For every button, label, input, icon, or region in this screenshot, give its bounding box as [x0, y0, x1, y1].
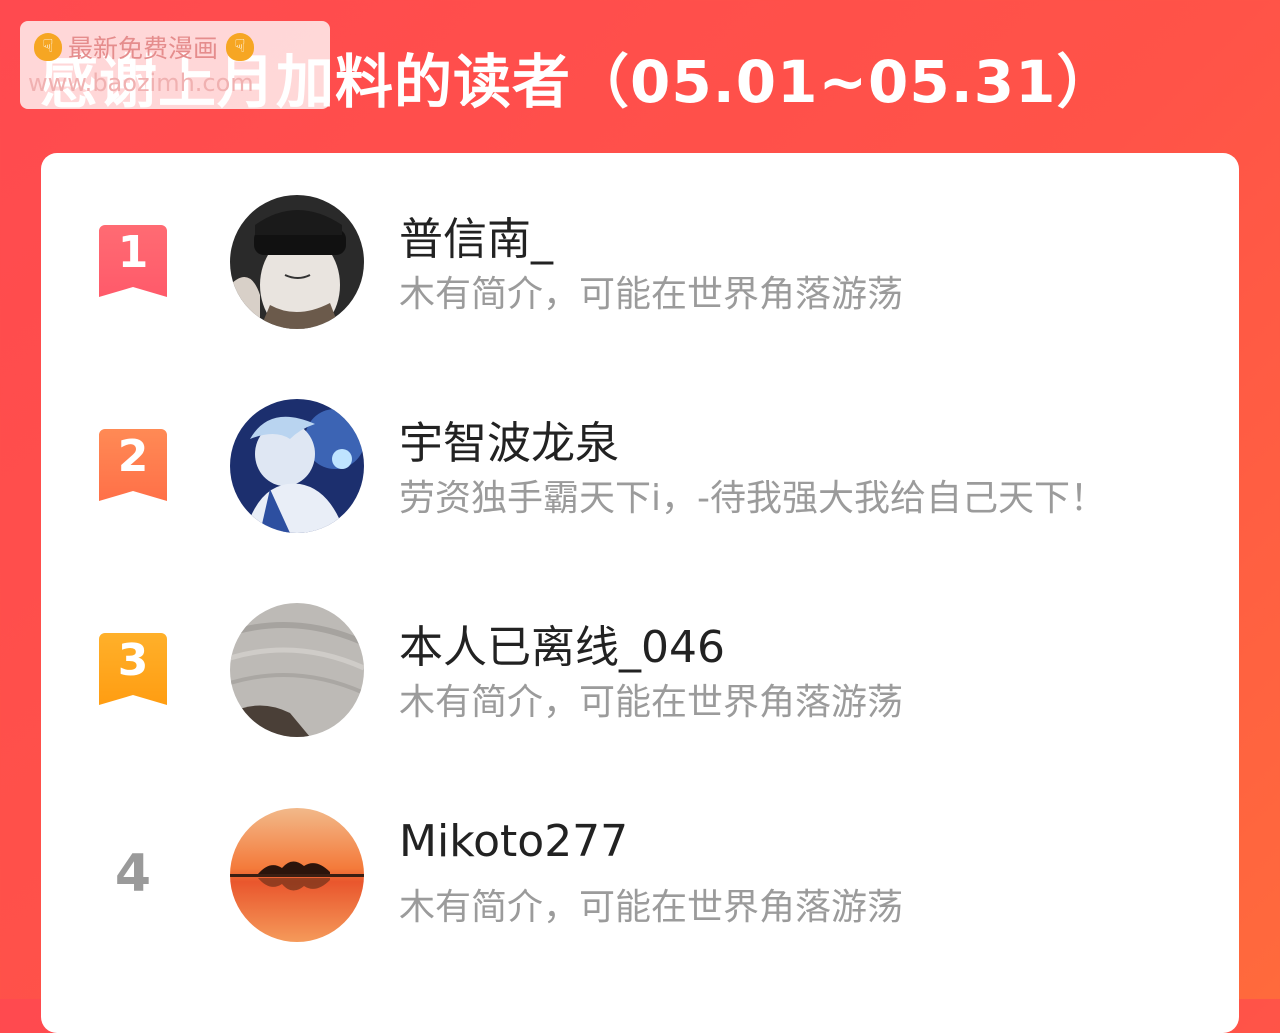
reader-bio: 木有简介，可能在世界角落游荡 [399, 887, 904, 928]
reader-name: Mikoto277 [399, 816, 629, 867]
rank-badge: 3 [99, 633, 167, 705]
avatar[interactable] [230, 603, 364, 737]
reader-list-card: 1 普信南_ 木有简介，可能在世界角落游荡 2 宇智波龙泉 劳资独手霸天下i，-… [41, 153, 1239, 1033]
pointing-hand-icon: ☟ [226, 33, 255, 61]
watermark-line1: ☟ 最新免费漫画 ☟ [34, 29, 255, 65]
list-item[interactable]: 2 宇智波龙泉 劳资独手霸天下i，-待我强大我给自己天下！ [41, 399, 1239, 539]
avatar[interactable] [230, 399, 364, 533]
reader-name: 宇智波龙泉 [399, 418, 619, 469]
avatar[interactable] [230, 808, 364, 942]
rank-number: 2 [117, 431, 149, 482]
watermark-text: 最新免费漫画 [68, 34, 219, 63]
reader-bio: 木有简介，可能在世界角落游荡 [399, 682, 904, 723]
rank-badge: 1 [99, 225, 167, 297]
reader-bio: 劳资独手霸天下i，-待我强大我给自己天下！ [399, 478, 1106, 519]
pointing-hand-icon: ☟ [34, 33, 62, 61]
rank-number: 4 [114, 844, 152, 904]
reader-name: 本人已离线_046 [399, 622, 725, 673]
rank-badge: 2 [99, 429, 167, 501]
avatar[interactable] [230, 195, 364, 329]
watermark: ☟ 最新免费漫画 ☟ www.baozimh.com [20, 21, 330, 109]
rank-number: 1 [117, 227, 149, 278]
list-item[interactable]: 4 Mikoto277 木有简介，可能在世界角落游荡 [41, 808, 1239, 948]
rank-number: 3 [117, 635, 149, 686]
watermark-url: www.baozimh.com [28, 69, 254, 97]
list-item[interactable]: 1 普信南_ 木有简介，可能在世界角落游荡 [41, 195, 1239, 335]
reader-name: 普信南_ [399, 214, 553, 265]
list-item[interactable]: 3 本人已离线_046 木有简介，可能在世界角落游荡 [41, 603, 1239, 743]
reader-bio: 木有简介，可能在世界角落游荡 [399, 274, 904, 315]
